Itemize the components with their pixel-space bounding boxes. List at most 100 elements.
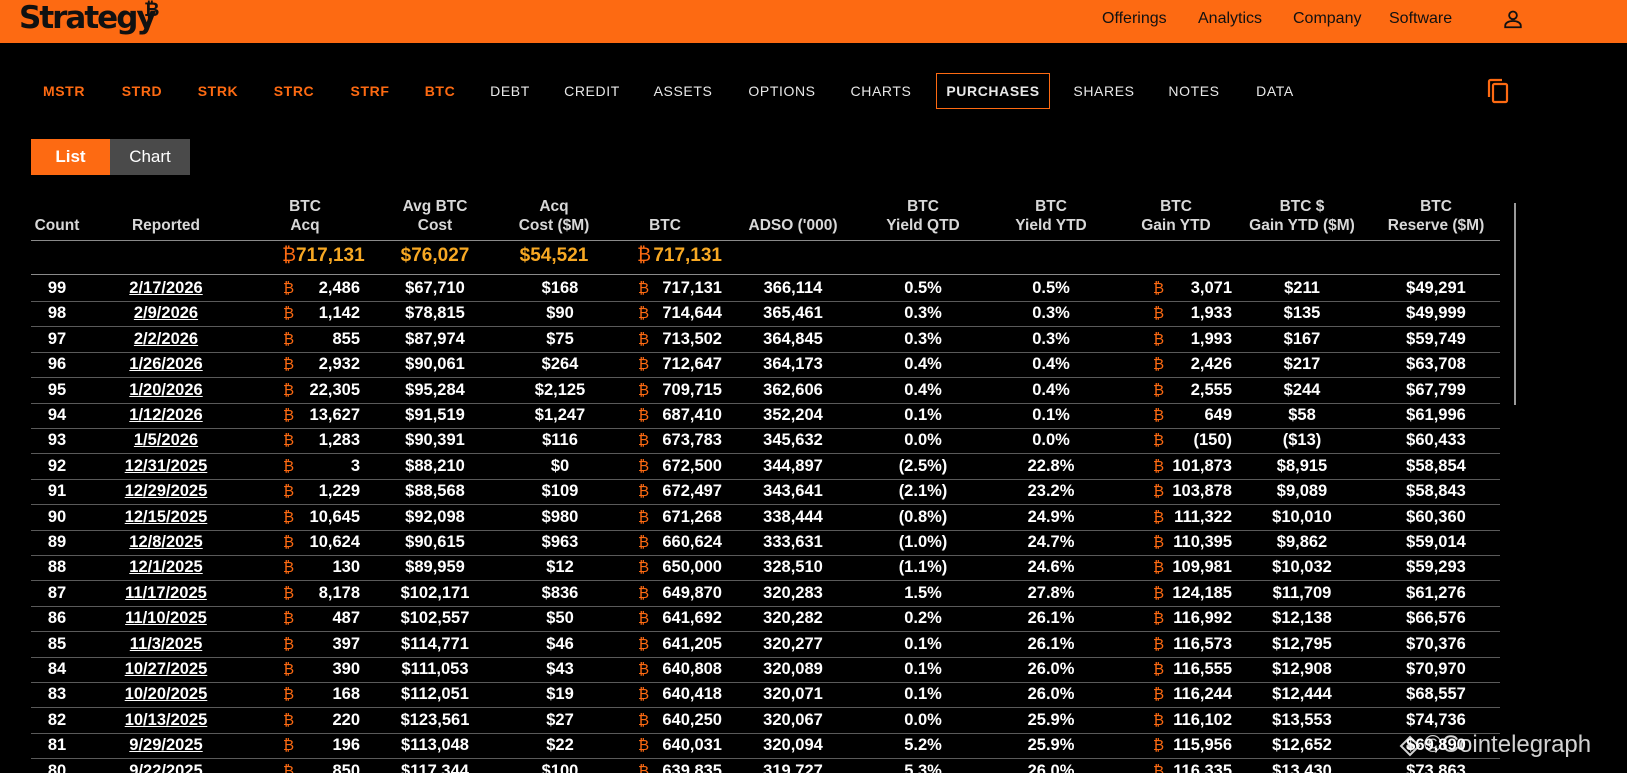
table-row: 91 12/29/2025 1,229 $88,568 $109 672,497 343,6… — [0, 479, 1627, 504]
cell-reported-date[interactable]: 2/17/2026 — [106, 276, 226, 301]
cell-reported-date[interactable]: 12/8/2025 — [106, 530, 226, 555]
tab-data[interactable]: DATA — [1250, 73, 1300, 109]
tab-mstr[interactable]: MSTR — [36, 73, 92, 109]
cell-reported-date[interactable]: 10/20/2025 — [106, 682, 226, 707]
cell-reported-date[interactable]: 1/5/2026 — [106, 428, 226, 453]
header-btc[interactable]: BTC — [630, 216, 700, 235]
cell-reported-date[interactable]: 9/22/2025 — [106, 759, 226, 773]
btc-symbol-icon: ₿ — [283, 382, 295, 399]
tab-credit[interactable]: CREDIT — [560, 73, 624, 109]
tab-shares[interactable]: SHARES — [1070, 73, 1138, 109]
header-adso[interactable]: ADSO ('000) — [733, 216, 853, 235]
strategy-logo[interactable]: Strategy — [19, 0, 157, 36]
btc-symbol-icon: ₿ — [282, 245, 297, 266]
tab-strd[interactable]: STRD — [115, 73, 169, 109]
cell-reported-date[interactable]: 1/26/2026 — [106, 352, 226, 377]
btc-symbol-icon: ₿ — [283, 331, 295, 348]
cell-reported-date[interactable]: 1/12/2026 — [106, 403, 226, 428]
cell-avg-cost: $123,561 — [400, 711, 470, 729]
cell-reported-date[interactable]: 9/29/2025 — [106, 733, 226, 758]
cell-gain-ytd: 116,244 — [1173, 685, 1232, 703]
cell-reported-date[interactable]: 11/10/2025 — [106, 606, 226, 631]
btc-symbol-icon: ₿ — [1153, 509, 1165, 526]
cell-reported-date[interactable]: 12/15/2025 — [106, 505, 226, 530]
header-avg-cost[interactable]: Avg BTC Cost — [385, 197, 485, 235]
cell-yield-qtd: 0.1% — [904, 406, 942, 424]
cell-reported-date[interactable]: 11/3/2025 — [106, 632, 226, 657]
tab-debt[interactable]: DEBT — [484, 73, 536, 109]
cell-adso: 320,282 — [763, 609, 823, 627]
btc-symbol-icon: ₿ — [283, 661, 295, 678]
chart-view-button[interactable]: Chart — [110, 139, 190, 175]
cell-btc: 639,835 — [662, 762, 722, 773]
cell-count: 95 — [47, 381, 67, 399]
cell-adso: 320,067 — [763, 711, 823, 729]
cell-gain-ytd: 116,992 — [1173, 609, 1232, 627]
header-yield-ytd[interactable]: BTC Yield YTD — [1000, 197, 1102, 235]
btc-symbol-icon: ₿ — [1153, 356, 1165, 373]
tab-strf[interactable]: STRF — [343, 73, 397, 109]
tab-strk[interactable]: STRK — [191, 73, 245, 109]
btc-symbol-icon: ₿ — [1153, 280, 1165, 297]
table-row: 85 11/3/2025 397 $114,771 $46 641,205 320,277 0… — [0, 632, 1627, 657]
header-gain-ytd[interactable]: BTC Gain YTD — [1126, 197, 1226, 235]
cell-count: 92 — [47, 457, 67, 475]
nav-offerings[interactable]: Offerings — [1102, 10, 1167, 28]
cell-btc: 640,418 — [662, 685, 722, 703]
nav-company[interactable]: Company — [1293, 10, 1361, 28]
cell-reported-date[interactable]: 1/20/2026 — [106, 378, 226, 403]
cell-gain-usd: $244 — [1283, 381, 1321, 399]
tab-options[interactable]: OPTIONS — [743, 73, 821, 109]
header-acq-cost[interactable]: Acq Cost ($M) — [504, 197, 604, 235]
total-acq-cost: $54,521 — [519, 245, 589, 266]
cell-btc-acq: 2,486 — [318, 279, 360, 297]
header-yield-qtd[interactable]: BTC Yield QTD — [873, 197, 973, 235]
btc-symbol-icon: ₿ — [283, 280, 295, 297]
cell-count: 91 — [47, 482, 67, 500]
cell-btc-acq: 168 — [332, 685, 360, 703]
btc-symbol-icon: ₿ — [283, 458, 295, 475]
cell-count: 86 — [47, 609, 67, 627]
tab-strc[interactable]: STRC — [267, 73, 321, 109]
cell-reported-date[interactable]: 12/31/2025 — [106, 454, 226, 479]
table-row: 95 1/20/2026 22,305 $95,284 $2,125 709,715 362… — [0, 378, 1627, 403]
scrollbar[interactable] — [1514, 203, 1516, 405]
header-gain-usd[interactable]: BTC $ Gain YTD ($M) — [1238, 197, 1366, 235]
cell-avg-cost: $88,210 — [405, 457, 465, 475]
tab-charts[interactable]: CHARTS — [846, 73, 916, 109]
btc-symbol-icon: ₿ — [283, 763, 295, 773]
cell-reported-date[interactable]: 2/2/2026 — [106, 327, 226, 352]
table-row: 84 10/27/2025 390 $111,053 $43 640,808 320,089… — [0, 657, 1627, 682]
cell-btc-acq: 1,229 — [318, 482, 360, 500]
tab-purchases[interactable]: PURCHASES — [936, 73, 1050, 109]
header-btc-acq[interactable]: BTC Acq — [265, 197, 345, 235]
cell-adso: 320,277 — [763, 635, 823, 653]
copy-icon[interactable] — [1485, 77, 1511, 105]
cell-reserve: $59,293 — [1406, 558, 1466, 576]
cell-count: 93 — [47, 431, 67, 449]
cell-reported-date[interactable]: 10/27/2025 — [106, 657, 226, 682]
nav-analytics[interactable]: Analytics — [1198, 10, 1262, 28]
cell-gain-ytd: 116,573 — [1173, 635, 1232, 653]
cell-reported-date[interactable]: 12/1/2025 — [106, 555, 226, 580]
btc-symbol-icon: ₿ — [1153, 432, 1165, 449]
cell-reported-date[interactable]: 12/29/2025 — [106, 479, 226, 504]
list-view-button[interactable]: List — [31, 139, 110, 175]
nav-software[interactable]: Software — [1389, 10, 1452, 28]
header-count[interactable]: Count — [31, 216, 83, 235]
tab-notes[interactable]: NOTES — [1164, 73, 1224, 109]
cell-reported-date[interactable]: 10/13/2025 — [106, 708, 226, 733]
table-row: 83 10/20/2025 168 $112,051 $19 640,418 320,071… — [0, 682, 1627, 707]
cell-avg-cost: $88,568 — [405, 482, 465, 500]
cell-avg-cost: $92,098 — [405, 508, 465, 526]
cell-avg-cost: $90,615 — [405, 533, 465, 551]
cell-reported-date[interactable]: 11/17/2025 — [106, 581, 226, 606]
header-reserve[interactable]: BTC Reserve ($M) — [1376, 197, 1496, 235]
cell-reported-date[interactable]: 2/9/2026 — [106, 301, 226, 326]
user-account-icon[interactable] — [1502, 8, 1524, 30]
tab-assets[interactable]: ASSETS — [649, 73, 717, 109]
cell-acq-cost: $109 — [541, 482, 579, 500]
tab-btc[interactable]: BTC — [419, 73, 461, 109]
header-reported[interactable]: Reported — [106, 216, 226, 235]
cell-yield-qtd: (1.1%) — [898, 558, 948, 576]
